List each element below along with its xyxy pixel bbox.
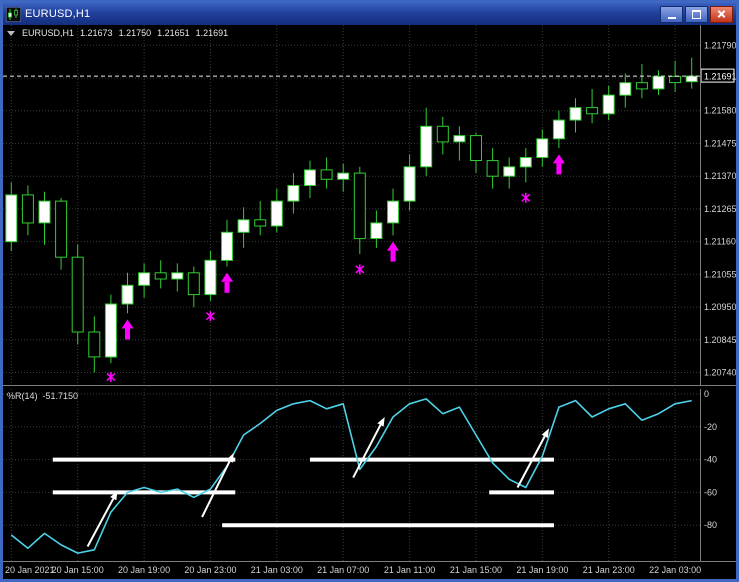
window-titlebar[interactable]: EURUSD,H1 [3, 3, 736, 25]
williams-r-line [10, 398, 692, 554]
svg-text:1.20950: 1.20950 [704, 302, 736, 312]
svg-text:1.21580: 1.21580 [704, 106, 736, 116]
time-axis-label: 20 Jan 15:00 [51, 565, 104, 575]
time-axis-label: 21 Jan 23:00 [582, 565, 635, 575]
svg-text:1.21160: 1.21160 [704, 237, 736, 247]
time-axis-label: 20 Jan 2021 [5, 565, 55, 575]
indicator-axis-labels: 0 -20 -40 -60 -80 [704, 389, 717, 530]
open-value: 1.21673 [80, 28, 113, 38]
minimize-button[interactable] [660, 5, 683, 23]
candles [5, 57, 698, 373]
time-axis-label: 20 Jan 19:00 [118, 565, 171, 575]
svg-text:1.21475: 1.21475 [704, 138, 736, 148]
time-axis-label: 21 Jan 19:00 [516, 565, 569, 575]
indicator-pane[interactable]: %R(14) -51.7150 0 -20 -40 -60 -80 [3, 389, 736, 561]
svg-text:0: 0 [704, 389, 709, 399]
chart-window-icon [6, 6, 21, 22]
svg-text:1.21790: 1.21790 [704, 40, 736, 50]
window-title: EURUSD,H1 [25, 8, 91, 20]
svg-text:-20: -20 [704, 422, 717, 432]
svg-text:1.21370: 1.21370 [704, 171, 736, 181]
high-value: 1.21750 [118, 28, 152, 38]
svg-text:1.21691: 1.21691 [704, 72, 736, 82]
symbol-label: EURUSD,H1 [22, 28, 75, 38]
close-button[interactable] [710, 5, 733, 23]
symbol-dropdown-icon[interactable] [7, 30, 15, 36]
svg-text:1.21055: 1.21055 [704, 269, 736, 279]
williams-r-plot[interactable]: 0 -20 -40 -60 -80 [3, 389, 736, 561]
low-value: 1.21651 [157, 28, 190, 38]
time-axis-label: 21 Jan 07:00 [317, 565, 370, 575]
svg-text:-80: -80 [704, 520, 717, 530]
svg-text:-40: -40 [704, 455, 717, 465]
mt4-chart-window: EURUSD,H1 EURUSD,H1 1.21673 1.21750 1.21… [0, 0, 739, 582]
indicator-label: %R(14) -51.7150 [7, 391, 78, 401]
symbol-ohlc-label: EURUSD,H1 1.21673 1.21750 1.21651 1.2169… [7, 28, 228, 38]
time-axis-label: 22 Jan 03:00 [649, 565, 702, 575]
close-icon [717, 10, 726, 19]
bid-price-line: 1.21691 [3, 68, 736, 83]
minimize-icon [667, 16, 676, 19]
indicator-name: %R(14) [7, 391, 38, 401]
restore-button[interactable] [685, 5, 708, 23]
indicator-value: -51.7150 [42, 391, 79, 401]
price-chart-pane[interactable]: EURUSD,H1 1.21673 1.21750 1.21651 1.2169… [3, 25, 736, 385]
time-axis-label: 21 Jan 03:00 [250, 565, 303, 575]
close-value: 1.21691 [195, 28, 229, 38]
svg-text:1.20845: 1.20845 [704, 335, 736, 345]
time-axis-label: 20 Jan 23:00 [184, 565, 237, 575]
signal-marks [106, 154, 565, 382]
svg-text:1.20740: 1.20740 [704, 368, 736, 378]
svg-text:-60: -60 [704, 487, 717, 497]
restore-icon [692, 9, 701, 19]
chart-client-area: EURUSD,H1 1.21673 1.21750 1.21651 1.2169… [3, 25, 736, 579]
price-axis-labels: 1.21790 1.21580 1.21475 1.21370 1.21265 1.211… [704, 40, 736, 377]
candlestick-plot[interactable]: 1.21691 1.21790 1.21580 1.21475 1.21370 1.212… [3, 25, 736, 385]
window-controls [660, 5, 733, 23]
time-axis-label: 21 Jan 15:00 [449, 565, 502, 575]
time-axis-label: 21 Jan 11:00 [383, 565, 436, 575]
time-axis[interactable]: 20 Jan 2021 20 Jan 15:00 20 Jan 19:00 20 Ja… [3, 561, 736, 579]
svg-text:1.21265: 1.21265 [704, 204, 736, 214]
